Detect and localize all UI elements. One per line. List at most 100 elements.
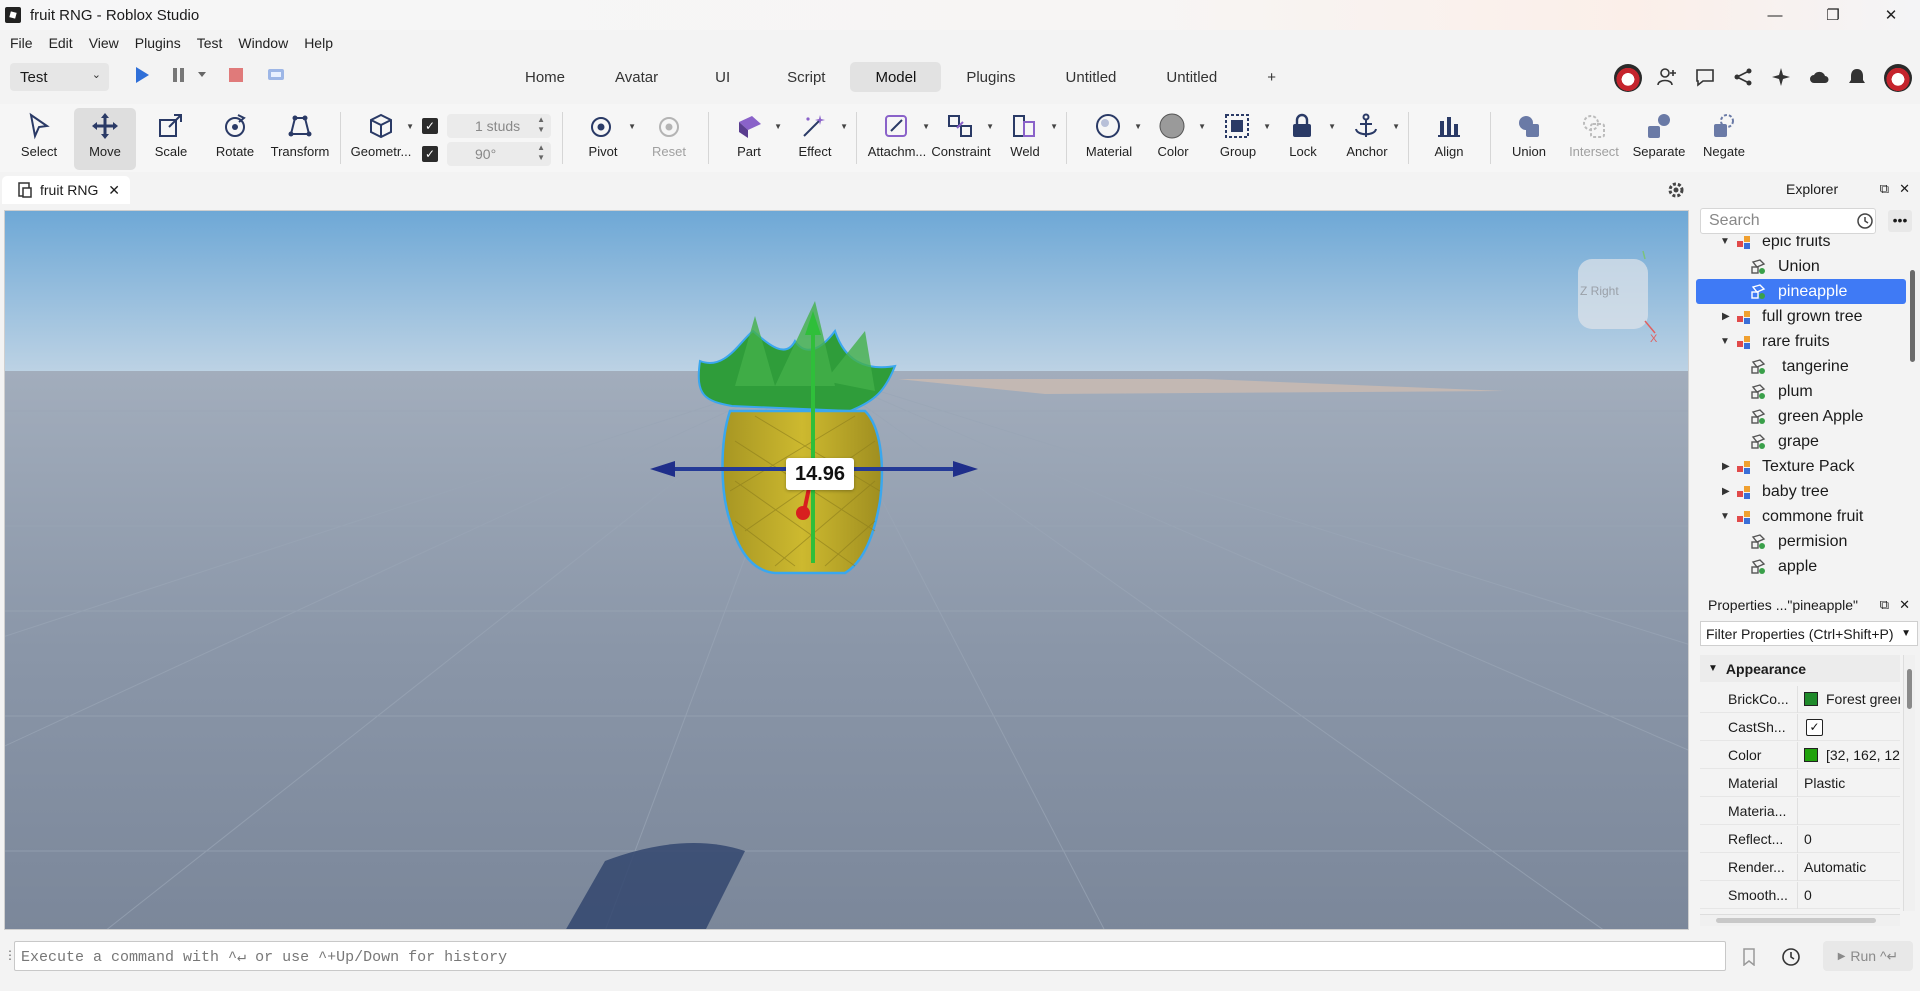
color-swatch[interactable] — [1804, 692, 1818, 706]
menu-plugins[interactable]: Plugins — [135, 35, 189, 51]
restore-button[interactable]: ❐ — [1804, 0, 1862, 30]
property-row-reflectance[interactable]: Reflect... 0 — [1700, 826, 1900, 853]
tab-untitled-2[interactable]: Untitled — [1141, 62, 1242, 92]
property-row-material[interactable]: Material Plastic — [1700, 770, 1900, 797]
properties-filter-input[interactable]: Filter Properties (Ctrl+Shift+P) ▼ — [1700, 621, 1918, 646]
collapsed-arrow-icon[interactable]: ▶ — [1722, 311, 1730, 322]
move-snap-input[interactable]: 1 studs ▲ ▼ — [447, 114, 551, 138]
menu-window[interactable]: Window — [238, 35, 296, 51]
tab-untitled-1[interactable]: Untitled — [1041, 62, 1142, 92]
tree-item-permision[interactable]: permision — [1696, 529, 1906, 554]
3d-viewport[interactable]: X Z Right 14.96 — [4, 210, 1689, 930]
expanded-arrow-icon[interactable]: ▼ — [1720, 236, 1730, 247]
close-document-tab-icon[interactable]: ✕ — [108, 182, 120, 199]
union-tool[interactable]: Union — [1498, 108, 1560, 170]
team-create-avatar[interactable] — [1614, 64, 1642, 92]
geometry-tool[interactable]: Geometr... ▼ — [350, 108, 414, 170]
spinner-arrows-icon[interactable]: ▲ ▼ — [537, 115, 545, 135]
stop-icon[interactable] — [228, 66, 244, 84]
intersect-tool[interactable]: Intersect — [1563, 108, 1625, 170]
properties-scroll-thumb[interactable] — [1907, 669, 1912, 709]
weld-tool[interactable]: Weld ▼ — [994, 108, 1058, 170]
document-tab-fruit-rng[interactable]: fruit RNG ✕ — [2, 176, 130, 204]
rotate-tool[interactable]: Rotate — [204, 108, 266, 170]
property-row-materialvariant[interactable]: Materia... — [1700, 798, 1900, 825]
effect-tool[interactable]: Effect ▼ — [784, 108, 848, 170]
tab-avatar[interactable]: Avatar — [590, 62, 683, 92]
collapsed-arrow-icon[interactable]: ▶ — [1722, 461, 1730, 472]
tab-model[interactable]: Model — [850, 62, 942, 92]
separate-tool[interactable]: Separate — [1628, 108, 1690, 170]
explorer-scrollbar[interactable] — [1910, 270, 1915, 362]
tree-item-epic-fruits[interactable]: ▼ epic fruits — [1696, 236, 1906, 254]
property-row-rendering[interactable]: Render... Automatic — [1700, 854, 1900, 881]
assistant-sparkle-icon[interactable] — [1770, 66, 1794, 90]
material-tool[interactable]: Material ▼ — [1078, 108, 1142, 170]
minimize-button[interactable]: — — [1746, 0, 1804, 30]
notifications-bell-icon[interactable] — [1846, 66, 1870, 90]
property-row-color[interactable]: Color [32, 162, 12] — [1700, 742, 1900, 769]
tab-script[interactable]: Script — [762, 62, 850, 92]
tree-item-plum[interactable]: plum — [1696, 379, 1906, 404]
popout-icon[interactable]: ⧉ — [1880, 181, 1889, 197]
reset-pivot-tool[interactable]: Reset — [638, 108, 700, 170]
test-mode-dropdown[interactable]: Test ⌄ — [10, 63, 109, 91]
bookmark-icon[interactable] — [1742, 948, 1756, 966]
tree-item-pineapple[interactable]: pineapple — [1696, 279, 1906, 304]
explorer-filter-history-icon[interactable] — [1855, 211, 1875, 231]
part-tool[interactable]: Part ▼ — [718, 108, 782, 170]
properties-vertical-scrollbar[interactable] — [1903, 655, 1915, 911]
property-row-castshadow[interactable]: CastSh... ✓ — [1700, 714, 1900, 741]
negate-tool[interactable]: Negate — [1693, 108, 1755, 170]
play-options-chevron-icon[interactable] — [198, 72, 206, 78]
share-icon[interactable] — [1732, 66, 1756, 90]
menu-view[interactable]: View — [89, 35, 127, 51]
anchor-tool[interactable]: Anchor ▼ — [1336, 108, 1400, 170]
user-avatar[interactable] — [1884, 64, 1912, 92]
tree-item-grape[interactable]: grape — [1696, 429, 1906, 454]
menu-file[interactable]: File — [10, 35, 41, 51]
tree-item-texture-pack[interactable]: ▶ Texture Pack — [1696, 454, 1906, 479]
tree-item-commone-fruit[interactable]: ▼ commone fruit — [1696, 504, 1906, 529]
cloud-icon[interactable] — [1808, 66, 1832, 90]
tab-plugins[interactable]: Plugins — [941, 62, 1040, 92]
explorer-more-icon[interactable]: ••• — [1888, 210, 1912, 232]
tab-ui[interactable]: UI — [683, 62, 762, 92]
align-tool[interactable]: Align — [1418, 108, 1480, 170]
properties-hscroll-thumb[interactable] — [1716, 918, 1876, 923]
viewport-settings-gear-icon[interactable] — [1666, 180, 1686, 200]
add-collaborator-icon[interactable] — [1656, 66, 1680, 90]
tree-item-apple[interactable]: apple — [1696, 554, 1906, 579]
tree-item-green-apple[interactable]: green Apple — [1696, 404, 1906, 429]
tab-home[interactable]: Home — [500, 62, 590, 92]
command-input[interactable]: Execute a command with ^↵ or use ^+Up/Do… — [14, 941, 1726, 971]
move-tool[interactable]: Move — [74, 108, 136, 170]
property-row-brickcolor[interactable]: BrickCo... Forest green — [1700, 686, 1900, 713]
transform-tool[interactable]: Transform — [269, 108, 331, 170]
spinner-arrows-icon[interactable]: ▲ ▼ — [537, 143, 545, 163]
menu-test[interactable]: Test — [197, 35, 231, 51]
menu-help[interactable]: Help — [304, 35, 341, 51]
run-command-button[interactable]: ▶ Run ^↵ — [1823, 941, 1913, 971]
add-tab-button[interactable]: + — [1242, 62, 1301, 92]
popout-icon[interactable]: ⧉ — [1880, 597, 1889, 613]
tree-item-rare-fruits[interactable]: ▼ rare fruits — [1696, 329, 1906, 354]
tree-item-union[interactable]: Union — [1696, 254, 1906, 279]
play-icon[interactable] — [134, 66, 150, 84]
constraint-tool[interactable]: Constraint ▼ — [930, 108, 994, 170]
properties-horizontal-scrollbar[interactable] — [1700, 914, 1900, 926]
expanded-arrow-icon[interactable]: ▼ — [1720, 336, 1730, 347]
move-snap-checkbox[interactable]: ✓ — [422, 118, 438, 134]
pause-icon[interactable] — [172, 66, 186, 84]
chat-icon[interactable] — [1694, 66, 1718, 90]
close-window-button[interactable]: ✕ — [1862, 0, 1920, 30]
tree-item-baby-tree[interactable]: ▶ baby tree — [1696, 479, 1906, 504]
menu-edit[interactable]: Edit — [49, 35, 81, 51]
select-tool[interactable]: Select — [8, 108, 70, 170]
color-swatch[interactable] — [1804, 748, 1818, 762]
attachment-tool[interactable]: Attachm... ▼ — [866, 108, 930, 170]
chevron-down-icon[interactable]: ▼ — [1901, 628, 1911, 639]
client-server-toggle-icon[interactable] — [267, 66, 285, 84]
lock-tool[interactable]: Lock ▼ — [1272, 108, 1336, 170]
scale-tool[interactable]: Scale — [140, 108, 202, 170]
